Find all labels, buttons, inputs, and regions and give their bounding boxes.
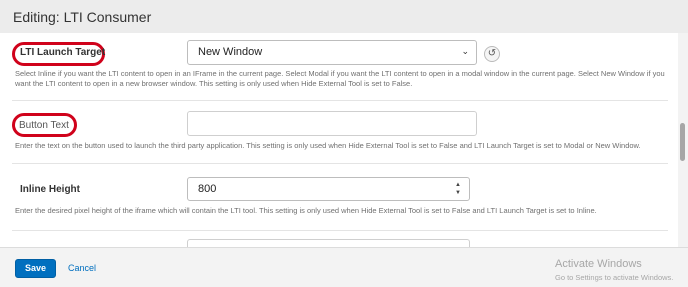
dialog-header: Editing: LTI Consumer bbox=[0, 0, 688, 33]
watermark-title: Activate Windows bbox=[555, 258, 642, 270]
watermark-subtitle: Go to Settings to activate Windows. bbox=[555, 273, 674, 282]
scrollbar-thumb[interactable] bbox=[680, 123, 685, 161]
inline-height-label: Inline Height bbox=[20, 184, 80, 195]
launch-target-label: LTI Launch Target bbox=[20, 47, 106, 58]
button-text-input[interactable] bbox=[187, 111, 477, 136]
divider bbox=[12, 230, 668, 231]
activate-windows-watermark: Activate Windows Go to Settings to activ… bbox=[555, 258, 673, 282]
spinner-arrows-icon[interactable]: ▲ ▼ bbox=[455, 181, 461, 197]
next-field-input[interactable] bbox=[187, 239, 470, 247]
chevron-down-icon: ⌄ bbox=[461, 46, 469, 56]
inline-height-input[interactable]: 800 ▲ ▼ bbox=[187, 177, 470, 201]
launch-target-help: Select Inline if you want the LTI conten… bbox=[15, 69, 665, 88]
inline-height-help: Enter the desired pixel height of the if… bbox=[15, 206, 597, 215]
inline-height-value: 800 bbox=[198, 183, 217, 195]
cancel-button[interactable]: Cancel bbox=[68, 263, 96, 273]
dialog-footer: Save Cancel Activate Windows Go to Setti… bbox=[0, 247, 688, 287]
divider bbox=[12, 163, 668, 164]
scrollbar[interactable] bbox=[678, 33, 688, 247]
edit-dialog: Editing: LTI Consumer LTI Launch Target … bbox=[0, 0, 688, 287]
save-button[interactable]: Save bbox=[15, 259, 56, 278]
launch-target-value: New Window bbox=[198, 46, 263, 58]
dialog-title: Editing: LTI Consumer bbox=[13, 9, 152, 25]
button-text-label: Button Text bbox=[19, 120, 69, 131]
settings-panel: LTI Launch Target New Window ⌄ ↺ Select … bbox=[0, 33, 688, 247]
divider bbox=[12, 100, 668, 101]
launch-target-select[interactable]: New Window ⌄ bbox=[187, 40, 477, 65]
reset-icon[interactable]: ↺ bbox=[484, 46, 500, 62]
button-text-help: Enter the text on the button used to lau… bbox=[15, 141, 641, 150]
